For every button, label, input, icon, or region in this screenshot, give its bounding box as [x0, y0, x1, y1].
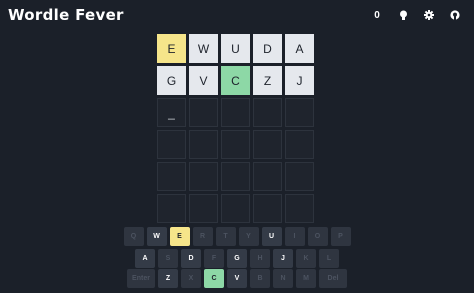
- key-q[interactable]: Q: [123, 227, 144, 246]
- board-tile: W: [189, 34, 218, 63]
- board-tile: [253, 194, 282, 223]
- board-tile: [157, 194, 186, 223]
- key-e[interactable]: E: [169, 227, 190, 246]
- key-n[interactable]: N: [273, 269, 293, 288]
- board-tile: D: [253, 34, 282, 63]
- key-t[interactable]: T: [215, 227, 236, 246]
- board-tile: [189, 162, 218, 191]
- board-tile: C: [221, 66, 250, 95]
- board-tile: V: [189, 66, 218, 95]
- key-f[interactable]: F: [204, 249, 224, 268]
- board-tile: [253, 162, 282, 191]
- key-z[interactable]: Z: [158, 269, 178, 288]
- key-m[interactable]: M: [296, 269, 316, 288]
- key-d[interactable]: D: [181, 249, 201, 268]
- github-icon[interactable]: [449, 9, 461, 21]
- board-tile: A: [285, 34, 314, 63]
- settings-gear-icon[interactable]: [423, 9, 435, 21]
- board-tile: [157, 162, 186, 191]
- key-del[interactable]: Del: [319, 269, 347, 288]
- key-l[interactable]: L: [319, 249, 339, 268]
- keyboard-row: QWERTYUIOP: [0, 227, 474, 246]
- key-x[interactable]: X: [181, 269, 201, 288]
- board-tile: _: [157, 98, 186, 127]
- board-tile: [253, 98, 282, 127]
- game-board: E W U D A G V C Z J _: [157, 34, 314, 223]
- key-y[interactable]: Y: [238, 227, 259, 246]
- key-r[interactable]: R: [192, 227, 213, 246]
- key-a[interactable]: A: [135, 249, 155, 268]
- key-v[interactable]: V: [227, 269, 247, 288]
- app-header: Wordle Fever 0: [0, 0, 474, 30]
- key-u[interactable]: U: [261, 227, 282, 246]
- key-b[interactable]: B: [250, 269, 270, 288]
- app-title: Wordle Fever: [8, 6, 124, 24]
- key-h[interactable]: H: [250, 249, 270, 268]
- key-o[interactable]: O: [307, 227, 328, 246]
- hint-lightbulb-icon[interactable]: [397, 9, 409, 21]
- streak-counter[interactable]: 0: [371, 9, 383, 21]
- key-c[interactable]: C: [204, 269, 224, 288]
- keyboard-row: ASDFGHJKL: [0, 249, 474, 268]
- key-w[interactable]: W: [146, 227, 167, 246]
- board-tile: [189, 130, 218, 159]
- board-tile: [285, 130, 314, 159]
- board-tile: [189, 194, 218, 223]
- board-tile: [157, 130, 186, 159]
- board-tile: [285, 162, 314, 191]
- board-tile: G: [157, 66, 186, 95]
- board-tile: [285, 98, 314, 127]
- key-k[interactable]: K: [296, 249, 316, 268]
- board-tile: [221, 98, 250, 127]
- board-tile: [221, 194, 250, 223]
- board-tile: [189, 98, 218, 127]
- board-tile: J: [285, 66, 314, 95]
- key-i[interactable]: I: [284, 227, 305, 246]
- board-tile: [221, 162, 250, 191]
- board-tile: [221, 130, 250, 159]
- key-j[interactable]: J: [273, 249, 293, 268]
- board-tile: [253, 130, 282, 159]
- board-tile: [285, 194, 314, 223]
- board-tile: E: [157, 34, 186, 63]
- key-enter[interactable]: Enter: [127, 269, 155, 288]
- board-tile: Z: [253, 66, 282, 95]
- key-g[interactable]: G: [227, 249, 247, 268]
- key-s[interactable]: S: [158, 249, 178, 268]
- board-tile: U: [221, 34, 250, 63]
- keyboard-row: Enter Z X C V B N M Del: [0, 269, 474, 288]
- key-p[interactable]: P: [330, 227, 351, 246]
